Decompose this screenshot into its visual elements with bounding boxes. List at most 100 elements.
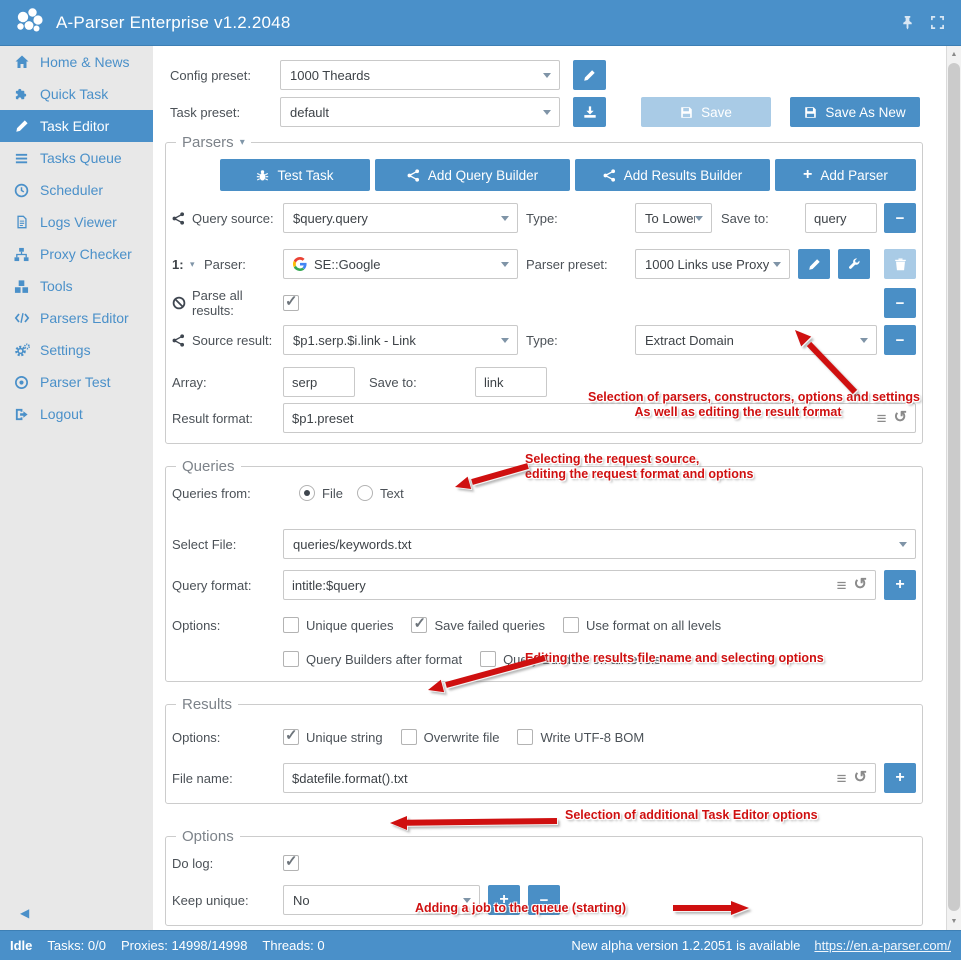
status-threads: Threads: 0 (262, 938, 324, 953)
sidebar-item-task-editor[interactable]: Task Editor (0, 110, 153, 142)
queries-from-file-radio[interactable] (299, 485, 315, 501)
parse-all-results-checkbox[interactable] (283, 295, 299, 311)
ban-icon (172, 296, 192, 310)
task-preset-select[interactable]: default (280, 97, 560, 127)
remove-parser-row-button[interactable]: − (884, 288, 916, 318)
do-log-checkbox[interactable] (283, 855, 299, 871)
sidebar-item-label: Logs Viewer (40, 214, 117, 230)
queries-from-text-radio[interactable] (357, 485, 373, 501)
delete-parser-button[interactable] (884, 249, 916, 279)
scrollbar-thumb[interactable] (948, 63, 960, 911)
sidebar-item-home-news[interactable]: Home & News (0, 46, 153, 78)
parser-select[interactable]: SE::Google (283, 249, 518, 279)
sidebar-item-quick-task[interactable]: Quick Task (0, 78, 153, 110)
query-format-label: Query format: (172, 578, 283, 593)
pin-icon[interactable] (900, 15, 915, 30)
save-button[interactable]: Save (641, 97, 771, 127)
queries-options-row1: Options: Unique queriesSave failed queri… (172, 613, 916, 637)
query-source-select[interactable]: $query.query (283, 203, 518, 233)
checkbox-label: Overwrite file (424, 730, 500, 745)
sidebar-item-logout[interactable]: Logout (0, 398, 153, 430)
scroll-up-icon[interactable]: ▲ (947, 47, 961, 62)
source-result-select[interactable]: $p1.serp.$i.link - Link (283, 325, 518, 355)
save-as-new-button[interactable]: Save As New (790, 97, 920, 127)
add-query-builder-button[interactable]: Add Query Builder (375, 159, 570, 191)
gears-icon (12, 342, 31, 358)
sidebar-item-proxy-checker[interactable]: Proxy Checker (0, 238, 153, 270)
radio-file-label: File (322, 486, 343, 501)
parser-label: Parser: (204, 257, 283, 272)
download-task-preset-button[interactable] (573, 97, 606, 127)
array-label: Array: (172, 375, 283, 390)
edit-parser-preset-button[interactable] (798, 249, 830, 279)
parser-preset-select[interactable]: 1000 Links use Proxy (635, 249, 790, 279)
array-save-to-input[interactable] (475, 367, 547, 397)
checkbox-use-format-on-all-levels[interactable] (563, 617, 579, 633)
checkbox-unique-string[interactable] (283, 729, 299, 745)
config-preset-select[interactable]: 1000 Theards (280, 60, 560, 90)
sidebar-item-tools[interactable]: Tools (0, 270, 153, 302)
add-results-builder-button[interactable]: Add Results Builder (575, 159, 770, 191)
plus-icon: + (803, 167, 812, 183)
scrollbar: ▲ ▼ (946, 46, 961, 930)
parser-preset-label: Parser preset: (518, 257, 635, 272)
pencil-icon (808, 258, 821, 271)
format-history-icon[interactable]: ↺ (854, 577, 867, 593)
results-legend: Results (176, 696, 238, 713)
queries-section: Queries Queries from: File Text Select F… (165, 458, 923, 682)
sidebar-item-label: Proxy Checker (40, 246, 132, 262)
parser-options-button[interactable] (838, 249, 870, 279)
sidebar-item-tasks-queue[interactable]: Tasks Queue (0, 142, 153, 174)
checkbox-overwrite-file[interactable] (401, 729, 417, 745)
status-tasks: Tasks: 0/0 (47, 938, 106, 953)
format-menu-icon[interactable]: ≡ (837, 577, 847, 594)
sidebar-item-parsers-editor[interactable]: Parsers Editor (0, 302, 153, 334)
task-preset-label: Task preset: (170, 105, 280, 120)
update-link[interactable]: https://en.a-parser.com/ (814, 938, 951, 953)
array-input[interactable] (283, 367, 355, 397)
keep-unique-label: Keep unique: (172, 893, 283, 908)
annotation-arrow-parsers (783, 318, 863, 400)
query-source-save-to-input[interactable] (805, 203, 877, 233)
plus-icon: + (895, 577, 904, 593)
checkbox-query-builders-after-format[interactable] (283, 651, 299, 667)
parser-number: 1: (172, 257, 190, 272)
scroll-down-icon[interactable]: ▼ (947, 914, 961, 929)
checkbox-unique-queries[interactable] (283, 617, 299, 633)
sidebar-item-label: Parser Test (40, 374, 111, 390)
annotation-results: Editing the results file name and select… (525, 651, 824, 666)
chevron-down-icon[interactable]: ▾ (190, 259, 204, 270)
parse-all-row: Parse all results: − (172, 291, 916, 315)
format-menu-icon[interactable]: ≡ (837, 770, 847, 787)
status-proxies: Proxies: 14998/14998 (121, 938, 247, 953)
test-task-button[interactable]: Test Task (220, 159, 370, 191)
results-options-row: Options: Unique stringOverwrite fileWrit… (172, 725, 916, 749)
add-file-name-button[interactable]: + (884, 763, 916, 793)
sidebar-item-logs-viewer[interactable]: Logs Viewer (0, 206, 153, 238)
format-history-icon[interactable]: ↺ (894, 410, 907, 426)
type-label: Type: (518, 333, 635, 348)
parsers-legend[interactable]: Parsers▾ (176, 134, 251, 151)
sidebar-item-parser-test[interactable]: Parser Test (0, 366, 153, 398)
status-update-text: New alpha version 1.2.2051 is available (571, 938, 800, 953)
checkbox-write-utf-8-bom[interactable] (517, 729, 533, 745)
query-format-input[interactable] (284, 578, 837, 593)
sidebar-item-settings[interactable]: Settings (0, 334, 153, 366)
sidebar-item-scheduler[interactable]: Scheduler (0, 174, 153, 206)
remove-results-builder-button[interactable]: − (884, 325, 916, 355)
file-name-input[interactable] (284, 771, 837, 786)
fullscreen-icon[interactable] (930, 15, 945, 30)
checkbox-save-failed-queries[interactable] (411, 617, 427, 633)
task-preset-row: Task preset: default Save Save As New (170, 97, 946, 127)
add-parser-button[interactable]: + Add Parser (775, 159, 916, 191)
query-source-type-select[interactable]: To Lower (635, 203, 712, 233)
remove-query-builder-button[interactable]: − (884, 203, 916, 233)
add-query-format-button[interactable]: + (884, 570, 916, 600)
annotation-arrow-options (383, 812, 563, 834)
parse-all-results-label: Parse all results: (192, 288, 283, 318)
select-file-select[interactable]: queries/keywords.txt (283, 529, 916, 559)
edit-config-preset-button[interactable] (573, 60, 606, 90)
sitemap-icon (12, 247, 31, 262)
sidebar-collapse-icon[interactable]: ◀ (20, 906, 29, 920)
format-history-icon[interactable]: ↺ (854, 770, 867, 786)
